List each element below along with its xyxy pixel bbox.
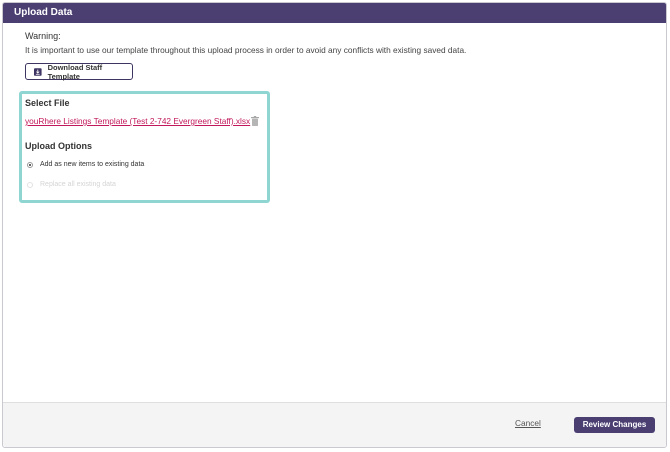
download-template-button[interactable]: Download Staff Template bbox=[25, 62, 133, 81]
warning-text: It is important to use our template thro… bbox=[25, 45, 467, 55]
review-changes-button[interactable]: Review Changes bbox=[574, 417, 655, 433]
download-icon bbox=[34, 67, 42, 76]
cancel-button[interactable]: Cancel bbox=[515, 418, 541, 428]
selected-file-link[interactable]: youRhere Listings Template (Test 2-742 E… bbox=[25, 116, 250, 126]
dialog-footer bbox=[3, 402, 666, 447]
download-template-label: Download Staff Template bbox=[47, 62, 103, 81]
select-file-label: Select File bbox=[25, 98, 70, 108]
option-add-new[interactable]: Add as new items to existing data bbox=[27, 161, 144, 168]
dialog-title: Upload Data bbox=[3, 3, 666, 23]
trash-icon[interactable] bbox=[251, 116, 259, 126]
option-add-new-label: Add as new items to existing data bbox=[40, 161, 145, 168]
upload-options-label: Upload Options bbox=[25, 141, 92, 151]
warning-title: Warning: bbox=[25, 31, 61, 41]
option-replace-all-label: Replace all existing data bbox=[40, 181, 116, 188]
radio-replace-all[interactable] bbox=[27, 181, 33, 188]
radio-add-new[interactable] bbox=[27, 161, 33, 168]
option-replace-all[interactable]: Replace all existing data bbox=[27, 181, 116, 188]
